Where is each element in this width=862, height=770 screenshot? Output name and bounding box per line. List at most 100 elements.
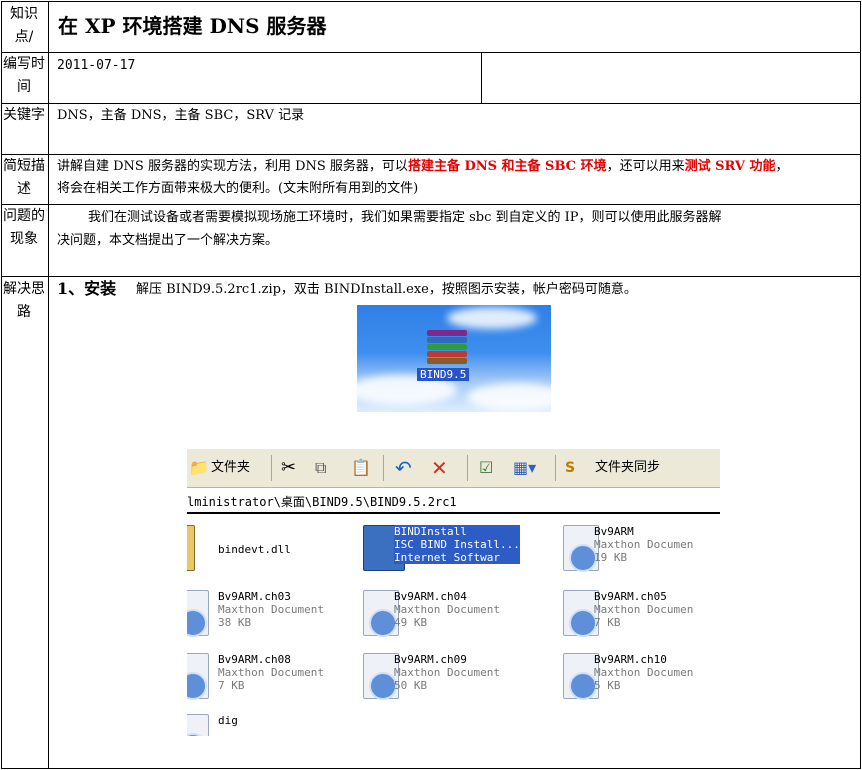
- cut-icon: ✂: [281, 457, 297, 478]
- file-label: Bv9ARM.ch09 Maxthon Document 50 KB: [394, 653, 500, 692]
- explorer-toolbar: 📁 文件夹 ✂ ⧉ 📋 ↶ ✕ ☑ ▦▾ S 文件夹同步: [187, 449, 720, 488]
- file-item[interactable]: dig: [187, 714, 377, 736]
- table-border: [1, 52, 861, 53]
- document-page: 知识点/ 在 XP 环境搭建 DNS 服务器 编写时间 2011-07-17 关…: [0, 0, 862, 770]
- file-label: Bv9ARM.ch08 Maxthon Document 7 KB: [218, 653, 324, 692]
- file-item[interactable]: Bv9ARM.ch04 Maxthon Document 49 KB: [363, 590, 553, 646]
- summary-part3: ，: [775, 159, 789, 174]
- desktop-screenshot: BIND9.5: [357, 305, 551, 412]
- document-badge-icon: [369, 672, 397, 700]
- file-name: Bv9ARM.ch04: [394, 590, 467, 603]
- properties-icon: ☑: [479, 458, 494, 477]
- file-item[interactable]: bindevt.dll: [187, 525, 377, 581]
- table-border: [1, 768, 861, 769]
- file-detail: Internet Softwar: [394, 551, 520, 564]
- cloud: [447, 307, 537, 329]
- problem-line1: 我们在测试设备或者需要模拟现场施工环境时，我们如果需要指定 sbc 到自定义的 …: [88, 210, 722, 225]
- views-icon: ▦▾: [513, 458, 537, 477]
- table-border: [860, 1, 861, 769]
- file-name: Bv9ARM.ch03: [218, 590, 291, 603]
- document-badge-icon: [369, 609, 397, 637]
- copy-icon: ⧉: [315, 458, 327, 477]
- file-detail: Maxthon Document: [394, 603, 500, 616]
- file-name: Bv9ARM: [594, 525, 634, 538]
- table-border: [1, 103, 861, 104]
- summary-highlight-1: 搭建主备 DNS 和主备 SBC 环境: [407, 159, 607, 174]
- file-name: Bv9ARM.ch09: [394, 653, 467, 666]
- toolbar-separator: [467, 455, 468, 481]
- toolbar-separator: [555, 455, 556, 481]
- file-detail: 38 KB: [218, 616, 252, 629]
- table-border: [48, 1, 49, 769]
- date-label: 编写时间: [3, 56, 45, 95]
- summary-label: 简短描述: [3, 158, 45, 197]
- file-detail: Maxthon Documen: [594, 603, 694, 616]
- file-item[interactable]: Bv9ARM.ch05 Maxthon Documen 7 KB: [563, 590, 720, 646]
- page-title: 在 XP 环境搭建 DNS 服务器: [58, 14, 327, 38]
- folders-button: 文件夹: [211, 460, 251, 475]
- paste-icon: 📋: [351, 458, 371, 477]
- file-name: Bv9ARM.ch08: [218, 653, 291, 666]
- file-detail: 50 KB: [394, 679, 428, 692]
- file-item[interactable]: BINDInstall ISC BIND Install... Internet S…: [363, 525, 553, 581]
- document-badge-icon: [569, 609, 597, 637]
- file-item[interactable]: Bv9ARM Maxthon Documen 19 KB: [563, 525, 720, 581]
- file-name: BINDInstall: [394, 525, 520, 538]
- file-detail: Maxthon Document: [394, 666, 500, 679]
- problem-label: 问题的现象: [3, 208, 45, 247]
- delete-icon: ✕: [431, 456, 448, 480]
- summary-line2: 将会在相关工作方面带来极大的便利。(文末附所有用到的文件): [57, 181, 419, 196]
- file-label: Bv9ARM.ch05 Maxthon Documen 7 KB: [594, 590, 693, 629]
- file-name: Bv9ARM.ch05: [594, 590, 667, 603]
- table-border: [1, 154, 861, 155]
- maxthon-document-icon: [187, 653, 209, 700]
- keywords-label: 关键字: [3, 107, 45, 123]
- file-item[interactable]: Bv9ARM.ch03 Maxthon Document 38 KB: [187, 590, 377, 646]
- document-badge-icon: [569, 544, 597, 572]
- desktop-icon-label: BIND9.5: [417, 368, 470, 381]
- summary-text: 讲解自建 DNS 服务器的实现方法，利用 DNS 服务器，可以搭建主备 DNS …: [57, 156, 857, 177]
- file-name: Bv9ARM.ch10: [594, 653, 667, 666]
- file-detail: ISC BIND Install...: [394, 538, 520, 551]
- file-label: BINDInstall ISC BIND Install... Internet S…: [394, 525, 520, 564]
- summary-part1: 讲解自建 DNS 服务器的实现方法，利用 DNS 服务器，可以: [57, 159, 408, 174]
- document-badge-icon: [187, 672, 207, 700]
- table-border: [1, 1, 861, 2]
- file-label: bindevt.dll: [218, 543, 291, 556]
- topic-label: 知识点/: [10, 6, 38, 45]
- file-detail: 19 KB: [594, 551, 628, 564]
- file-name: dig: [218, 714, 238, 727]
- file-detail: Maxthon Documen: [594, 666, 694, 679]
- sync-icon: S: [565, 460, 576, 476]
- cloud: [467, 383, 551, 411]
- solution-label: 解决思路: [3, 281, 45, 320]
- document-badge-icon: [187, 733, 207, 736]
- table-border: [1, 276, 861, 277]
- document-badge-icon: [569, 672, 597, 700]
- date-value: 2011-07-17: [57, 58, 136, 73]
- keywords-value: DNS，主备 DNS，主备 SBC，SRV 记录: [57, 108, 305, 123]
- winrar-archive-icon: [427, 330, 467, 364]
- file-detail: Maxthon Document: [218, 666, 324, 679]
- address-divider: [187, 512, 720, 514]
- maxthon-document-icon: [187, 590, 209, 637]
- file-item[interactable]: Bv9ARM.ch10 Maxthon Documen 5 KB: [563, 653, 720, 709]
- solution-heading: 1、安装: [57, 279, 117, 298]
- file-detail: 5 KB: [594, 679, 621, 692]
- file-name: bindevt.dll: [218, 543, 291, 556]
- file-detail: 49 KB: [394, 616, 428, 629]
- summary-highlight-2: 测试 SRV 功能: [684, 159, 776, 174]
- file-detail: Maxthon Document: [218, 603, 324, 616]
- file-label: Bv9ARM.ch03 Maxthon Document 38 KB: [218, 590, 324, 629]
- problem-line2: 决问题，本文档提出了一个解决方案。: [57, 233, 279, 248]
- explorer-screenshot: 📁 文件夹 ✂ ⧉ 📋 ↶ ✕ ☑ ▦▾ S 文件夹同步 lministrato…: [187, 449, 720, 736]
- toolbar-separator: [271, 455, 272, 481]
- file-label: Bv9ARM Maxthon Documen 19 KB: [594, 525, 693, 564]
- maxthon-document-icon: [187, 714, 209, 736]
- file-item[interactable]: Bv9ARM.ch08 Maxthon Document 7 KB: [187, 653, 377, 709]
- file-detail: 7 KB: [594, 616, 621, 629]
- file-item[interactable]: Bv9ARM.ch09 Maxthon Document 50 KB: [363, 653, 553, 709]
- folder-sync-button: 文件夹同步: [595, 460, 661, 475]
- file-detail: 7 KB: [218, 679, 245, 692]
- folder-icon: 📁: [189, 458, 209, 477]
